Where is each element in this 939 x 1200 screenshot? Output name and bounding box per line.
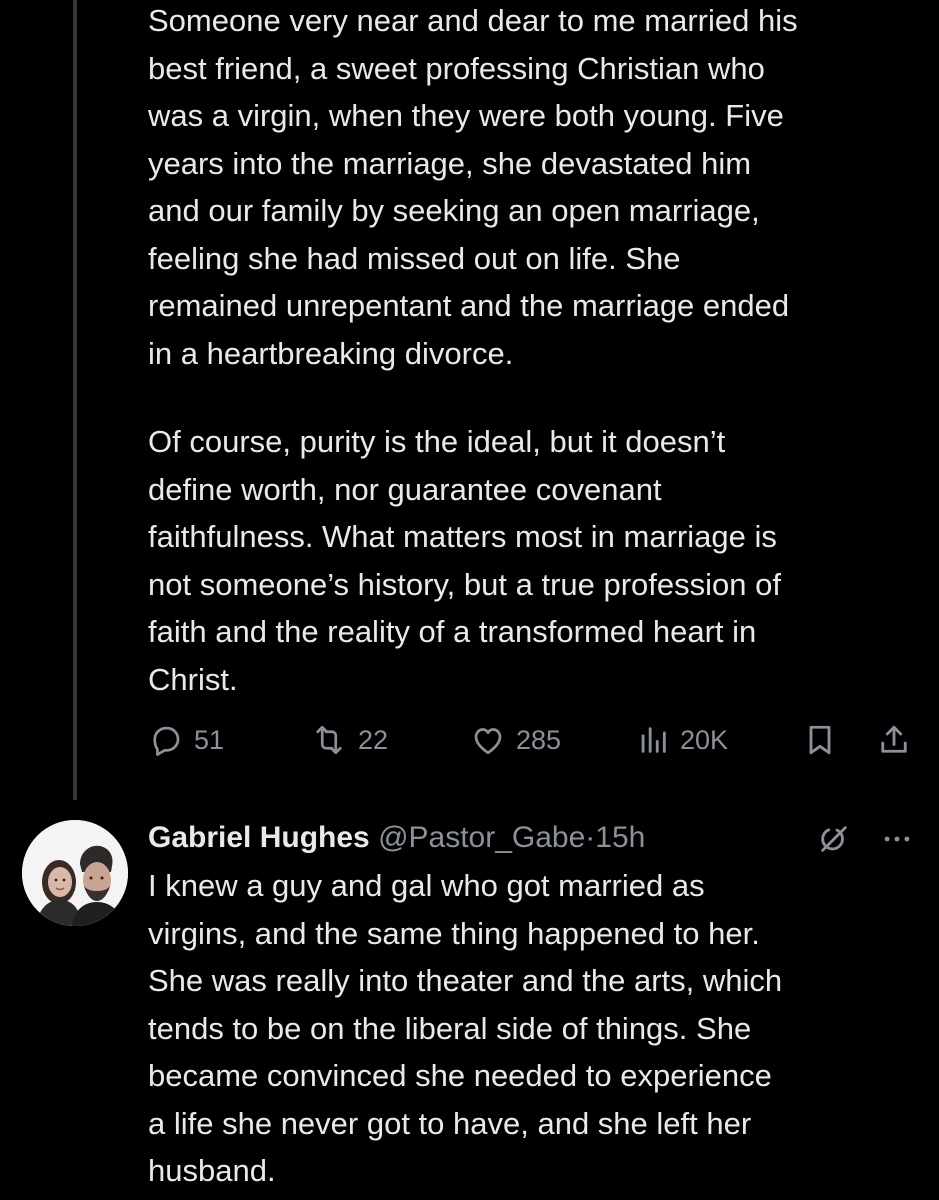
views-icon bbox=[636, 722, 670, 758]
views-button[interactable]: 20K bbox=[636, 715, 728, 765]
bookmark-button[interactable] bbox=[802, 715, 838, 765]
repost-icon bbox=[310, 722, 348, 758]
original-tweet-paragraph-1: Someone very near and dear to me married… bbox=[148, 0, 918, 377]
repost-count: 22 bbox=[358, 724, 389, 755]
bookmark-icon bbox=[802, 722, 838, 758]
share-icon bbox=[876, 722, 912, 758]
reply-icon bbox=[148, 722, 184, 758]
reply-header: Gabriel Hughes @Pastor_Gabe·15h bbox=[148, 814, 918, 862]
tweet-text: Someone very near and dear to me married… bbox=[148, 3, 798, 371]
like-button[interactable]: 285 bbox=[470, 715, 561, 765]
original-tweet-paragraph-2: Of course, purity is the ideal, but it d… bbox=[148, 418, 918, 703]
reply-tweet-text: I knew a guy and gal who got married as … bbox=[148, 868, 783, 1188]
share-button[interactable] bbox=[876, 715, 912, 765]
views-count: 20K bbox=[680, 724, 729, 755]
reply-count: 51 bbox=[194, 724, 225, 755]
repost-button[interactable]: 22 bbox=[310, 715, 388, 765]
thread-connector-line bbox=[73, 0, 77, 800]
avatar[interactable] bbox=[22, 820, 128, 926]
user-handle[interactable]: @Pastor_Gabe bbox=[378, 821, 585, 854]
tweet-text: Of course, purity is the ideal, but it d… bbox=[148, 424, 781, 697]
display-name[interactable]: Gabriel Hughes bbox=[148, 821, 370, 854]
reply-button[interactable]: 51 bbox=[148, 715, 224, 765]
header-separator: · bbox=[585, 821, 596, 854]
timestamp[interactable]: 15h bbox=[595, 821, 645, 854]
like-icon bbox=[470, 722, 506, 758]
like-count: 285 bbox=[516, 724, 562, 755]
tweet-action-bar: 51 22 285 20K bbox=[148, 715, 918, 765]
